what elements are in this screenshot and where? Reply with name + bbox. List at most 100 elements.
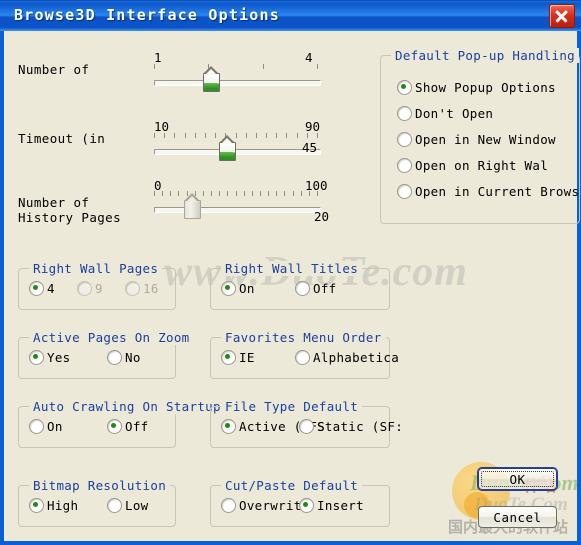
- cancel-button[interactable]: Cancel: [478, 506, 557, 528]
- radio-label: On: [239, 281, 255, 296]
- radio-label: 9: [95, 281, 103, 296]
- group-title: Auto Crawling On Startup: [29, 399, 225, 414]
- radio-indicator: [295, 281, 310, 296]
- radio-popup-2[interactable]: Open in New Window: [397, 132, 556, 147]
- group-title: Default Pop-up Handling: [391, 48, 579, 63]
- radio-label: Insert: [317, 498, 364, 513]
- slider-thumb-accent: [204, 83, 217, 89]
- slider-label-2: Number of History Pages: [18, 195, 122, 225]
- group-default-popup-handling: Default Pop-up Handling Show Popup Optio…: [380, 48, 580, 224]
- radio-popup-3[interactable]: Open on Right Wal: [397, 158, 548, 173]
- slider-min-label-1: 10: [154, 119, 170, 134]
- radio-indicator: [77, 281, 92, 296]
- radio-4-0[interactable]: On: [29, 419, 63, 434]
- group-favorites-menu-order: Favorites Menu Order IE Alphabetica: [210, 330, 399, 379]
- radio-indicator: [397, 184, 412, 199]
- radio-label: Off: [125, 419, 149, 434]
- slider-track-1[interactable]: [154, 149, 321, 155]
- radio-0-0[interactable]: 4: [29, 281, 55, 296]
- slider-thumb-1[interactable]: [219, 135, 236, 161]
- radio-indicator: [107, 419, 122, 434]
- group-right-wall-titles: Right Wall Titles On Off: [210, 261, 390, 310]
- radio-4-1[interactable]: Off: [107, 419, 148, 434]
- group-title: Right Wall Pages: [29, 261, 163, 276]
- radio-popup-0[interactable]: Show Popup Options: [397, 80, 556, 95]
- group-file-type-default: File Type Default Active (AFS Static (SF:: [210, 399, 403, 448]
- radio-2-0[interactable]: Yes: [29, 350, 70, 365]
- slider-ticks-2: [154, 191, 319, 196]
- radio-indicator: [221, 281, 236, 296]
- radio-indicator: [299, 419, 314, 434]
- slider-label-0: Number of: [18, 62, 90, 77]
- group-title: File Type Default: [221, 399, 363, 414]
- radio-indicator: [29, 350, 44, 365]
- group-cut-paste-default: Cut/Paste Default Overwrite Insert: [210, 478, 390, 527]
- slider-track-0[interactable]: [154, 80, 321, 86]
- slider-ticks-0: [154, 64, 319, 69]
- radio-indicator: [221, 419, 236, 434]
- radio-label: Off: [313, 281, 337, 296]
- slider-thumb-accent: [220, 152, 233, 158]
- slider-max-label-1: 90: [305, 119, 321, 134]
- radio-label: Open on Right Wal: [415, 158, 549, 173]
- radio-label: 16: [143, 281, 159, 296]
- radio-6-0[interactable]: High: [29, 498, 78, 513]
- radio-label: 4: [47, 281, 55, 296]
- slider-thumb-tip-inner: [205, 69, 217, 75]
- ok-button-label: OK: [509, 471, 526, 487]
- ok-button[interactable]: OK: [478, 468, 557, 490]
- slider-thumb-2[interactable]: [184, 193, 201, 219]
- radio-label: Yes: [47, 350, 71, 365]
- radio-label: IE: [239, 350, 255, 365]
- radio-indicator: [397, 158, 412, 173]
- slider-value-2: 20: [314, 209, 330, 224]
- radio-indicator: [221, 350, 236, 365]
- slider-thumb-body: [184, 200, 201, 219]
- options-dialog: Browse3D Interface Options www.DuoTe.com…: [0, 0, 581, 545]
- radio-indicator: [125, 281, 140, 296]
- radio-indicator: [397, 106, 412, 121]
- radio-label: Open in New Window: [415, 132, 556, 147]
- radio-7-0[interactable]: Overwrite: [221, 498, 309, 513]
- radio-5-1[interactable]: Static (SF:: [299, 419, 403, 434]
- slider-thumb-tip-inner: [186, 196, 198, 202]
- radio-indicator: [397, 80, 412, 95]
- slider-value-1: 45: [302, 140, 318, 155]
- radio-1-0[interactable]: On: [221, 281, 255, 296]
- radio-label: Show Popup Options: [415, 80, 556, 95]
- group-title: Cut/Paste Default: [221, 478, 363, 493]
- radio-indicator: [299, 498, 314, 513]
- radio-label: High: [47, 498, 79, 513]
- radio-indicator: [29, 281, 44, 296]
- slider-thumb-0[interactable]: [203, 66, 220, 92]
- slider-min-label-0: 1: [154, 50, 162, 65]
- cancel-button-label: Cancel: [493, 510, 542, 525]
- radio-0-1: 9: [77, 281, 103, 296]
- slider-max-label-0: 4: [305, 50, 313, 65]
- group-right-wall-pages: Right Wall Pages 4 9 16: [18, 261, 176, 310]
- radio-indicator: [29, 419, 44, 434]
- radio-7-1[interactable]: Insert: [299, 498, 364, 513]
- radio-3-1[interactable]: Alphabetica: [295, 350, 399, 365]
- group-bitmap-resolution: Bitmap Resolution High Low: [18, 478, 176, 527]
- ok-button-focus-ring: OK: [481, 471, 554, 487]
- radio-label: Open in Current Brows: [415, 184, 580, 199]
- radio-3-0[interactable]: IE: [221, 350, 255, 365]
- group-title: Active Pages On Zoom: [29, 330, 194, 345]
- title-bar: Browse3D Interface Options: [0, 0, 581, 31]
- group-title: Bitmap Resolution: [29, 478, 171, 493]
- radio-0-2: 16: [125, 281, 159, 296]
- radio-indicator: [295, 350, 310, 365]
- radio-popup-4[interactable]: Open in Current Brows: [397, 184, 579, 199]
- slider-track-2[interactable]: [154, 207, 321, 213]
- radio-2-1[interactable]: No: [107, 350, 141, 365]
- close-icon[interactable]: [549, 4, 575, 28]
- radio-1-1[interactable]: Off: [295, 281, 336, 296]
- group-title: Right Wall Titles: [221, 261, 363, 276]
- radio-indicator: [221, 498, 236, 513]
- radio-6-1[interactable]: Low: [107, 498, 148, 513]
- slider-ticks-1: [154, 133, 319, 138]
- radio-label: Static (SF:: [317, 419, 404, 434]
- radio-popup-1[interactable]: Don't Open: [397, 106, 493, 121]
- radio-label: Don't Open: [415, 106, 494, 121]
